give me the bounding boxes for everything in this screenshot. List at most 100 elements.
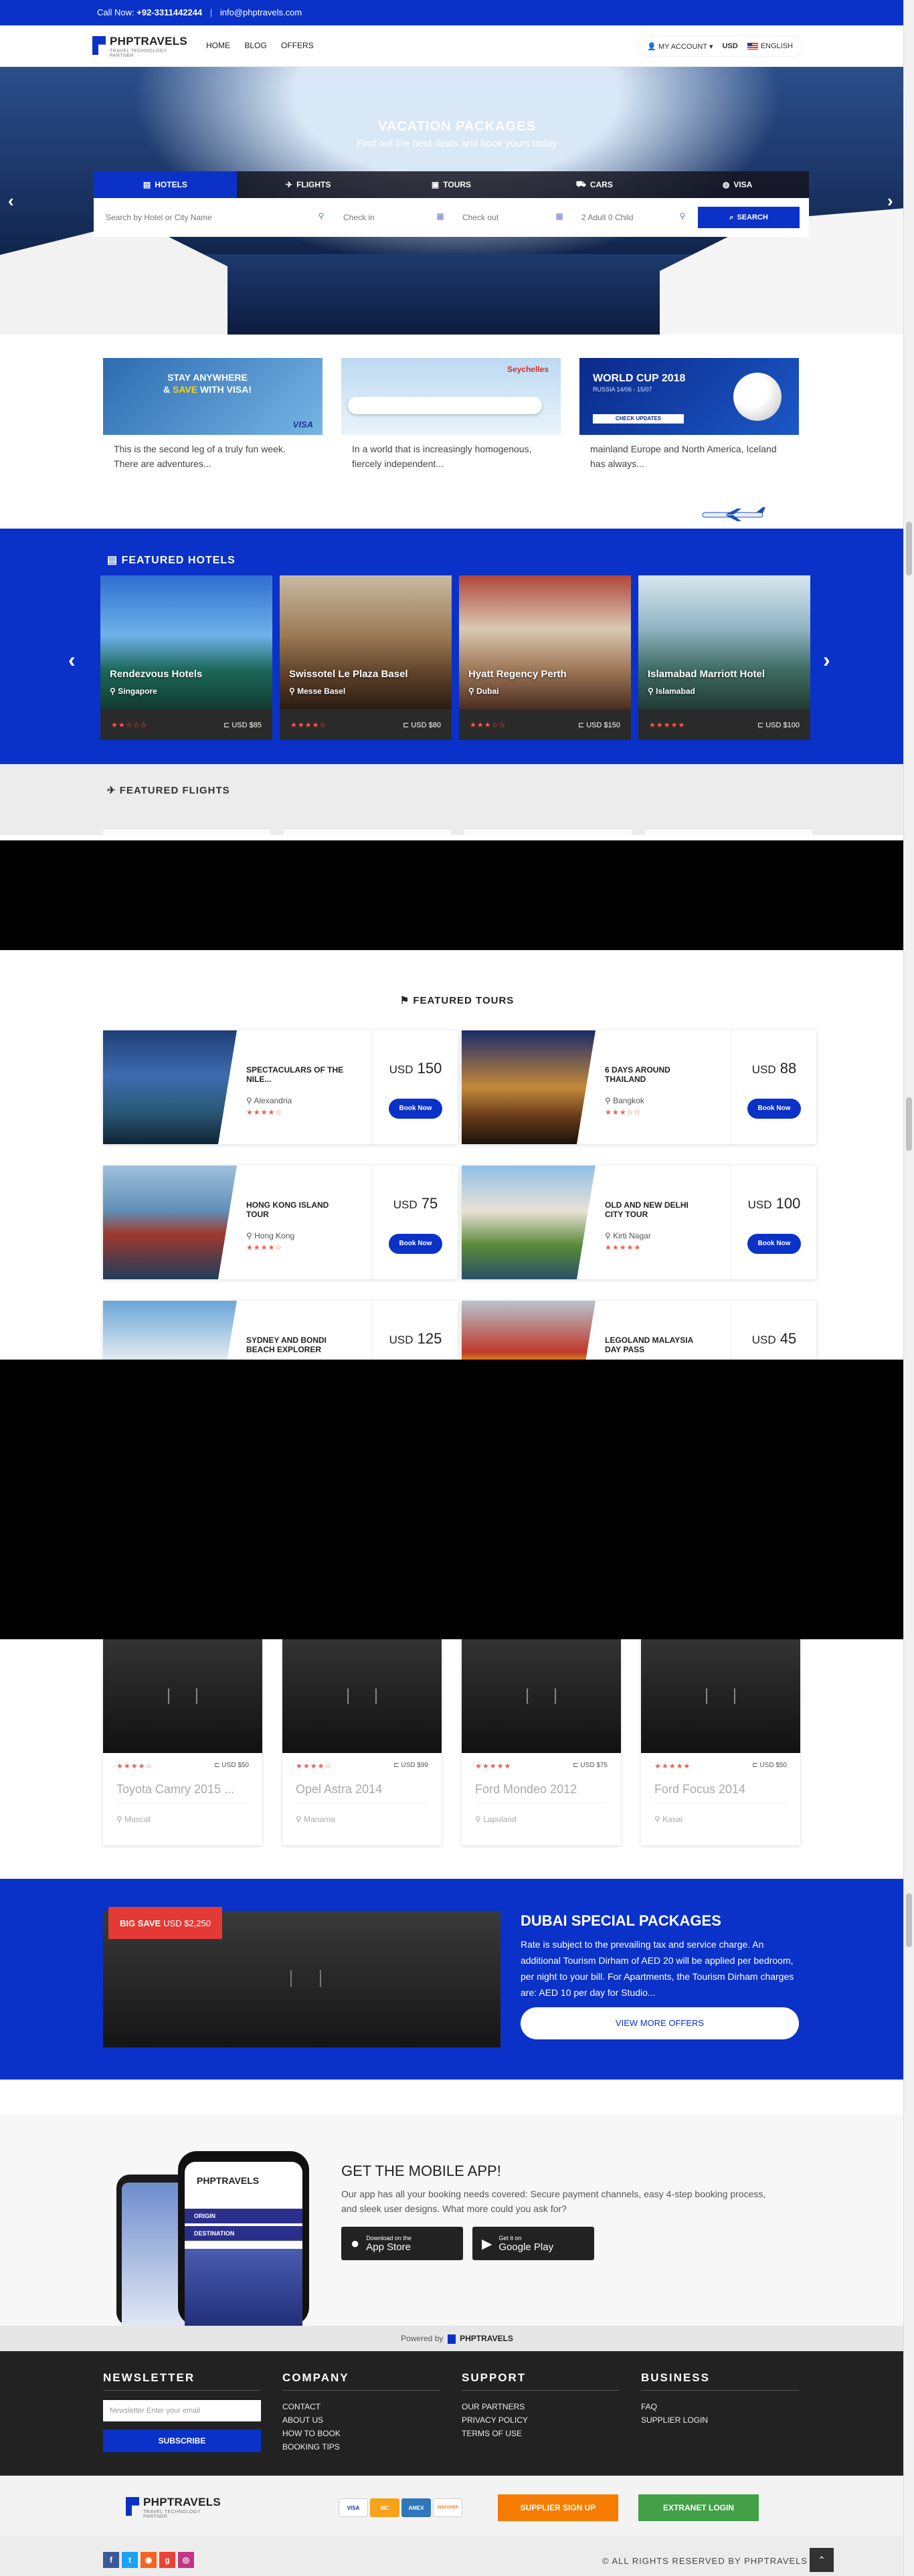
tab-hotels[interactable]: ▤ HOTELS: [94, 171, 237, 198]
location-pin-icon: ⚲: [116, 1815, 125, 1824]
tour-card[interactable]: HONG KONG ISLAND TOUR ⚲ Hong Kong ★★★★☆ …: [103, 1166, 458, 1279]
tab-cars[interactable]: ⛟ CARS: [523, 171, 666, 198]
menu-offers[interactable]: OFFERS: [281, 41, 314, 50]
airline-logo: Seychelles: [507, 365, 549, 374]
tour-price-box: USD 45: [731, 1301, 816, 1360]
facebook-icon[interactable]: f: [103, 2552, 119, 2568]
visa-logo: VISA: [292, 420, 313, 430]
car-card[interactable]: ★★★★★ ⊏ USD $50 Ford Focus 2014 ⚲ Kasai: [641, 1639, 800, 1845]
car-name: Toyota Camry 2015 ...: [116, 1782, 235, 1796]
hotel-card[interactable]: Swissotel Le Plaza Basel ⚲ Messe Basel ★…: [280, 575, 452, 740]
google-play-button[interactable]: ▶ Get it on Google Play: [472, 2227, 594, 2260]
book-now-button[interactable]: Book Now: [389, 1099, 442, 1119]
hero-prev-arrow-icon[interactable]: ‹: [8, 191, 14, 211]
location-pin-icon: ⚲: [648, 686, 656, 696]
tour-card[interactable]: SPECTACULARS OF THE NILE... ⚲ Alexandria…: [103, 1030, 458, 1144]
offer-card[interactable]: STAY ANYWHERE & SAVE WITH VISA! VISA This…: [103, 358, 323, 471]
tab-flights[interactable]: ✈ FLIGHTS: [237, 171, 380, 198]
hotel-card[interactable]: Rendezvous Hotels ⚲ Singapore ★★☆☆☆ ⊏ USD…: [100, 575, 272, 740]
book-now-button[interactable]: Book Now: [747, 1099, 801, 1119]
hotels-next-arrow-icon[interactable]: ›: [823, 648, 830, 672]
flight-card[interactable]: [103, 828, 270, 835]
image-placeholder-icon: [706, 1688, 735, 1704]
book-now-button[interactable]: Book Now: [389, 1234, 442, 1254]
car-card[interactable]: ★★★★☆ ⊏ USD $99 Opel Astra 2014 ⚲ Manama: [282, 1639, 442, 1845]
flight-card[interactable]: [645, 828, 812, 835]
email-link[interactable]: info@phptravels.com: [220, 7, 302, 17]
guests-input[interactable]: 2 Adult 0 Child ⚲: [569, 198, 693, 237]
account-dropdown[interactable]: 👤 MY ACCOUNT ▾: [647, 42, 713, 51]
page-scrollbar[interactable]: [903, 0, 914, 2576]
footer-link-about[interactable]: ABOUT US: [282, 2413, 443, 2427]
tour-name: SPECTACULARS OF THE NILE...: [246, 1065, 344, 1084]
car-image-placeholder: [282, 1639, 442, 1753]
scrollbar-thumb[interactable]: [906, 1097, 912, 1151]
extranet-login-button[interactable]: EXTRANET LOGIN: [638, 2494, 759, 2521]
tour-card[interactable]: SYDNEY AND BONDI BEACH EXPLORER USD 125: [103, 1301, 458, 1360]
tour-card[interactable]: LEGOLAND MALAYSIA DAY PASS USD 45: [462, 1301, 816, 1360]
scroll-to-top-icon[interactable]: ⌃: [810, 2548, 834, 2572]
footer-logo[interactable]: PHPTRAVELS TRAVEL TECHNOLOGY PARTNER: [126, 2496, 226, 2520]
person-walking-icon: ⚑: [399, 995, 414, 1006]
footer-link-supplier-login[interactable]: SUPPLIER LOGIN: [641, 2413, 802, 2427]
footer-link-faq[interactable]: FAQ: [641, 2400, 802, 2413]
footer-heading: SUPPORT: [462, 2371, 527, 2384]
location-pin-icon: ⚲: [110, 686, 118, 696]
menu-blog[interactable]: BLOG: [244, 41, 266, 50]
newsletter-email-input[interactable]: Newsletter Enter your email: [103, 2400, 261, 2421]
footer-link-booking-tips[interactable]: BOOKING TIPS: [282, 2440, 443, 2454]
supplier-signup-button[interactable]: SUPPLIER SIGN UP: [498, 2494, 618, 2521]
car-card[interactable]: ★★★★★ ⊏ USD $75 Ford Mondeo 2012 ⚲ Lapula…: [462, 1639, 621, 1845]
app-store-button[interactable]: ● Download on the App Store: [341, 2227, 463, 2260]
tab-tours[interactable]: ▣ TOURS: [380, 171, 523, 198]
footer-link-privacy[interactable]: PRIVACY POLICY: [462, 2413, 622, 2427]
checkout-input[interactable]: Check out ▦: [450, 198, 569, 237]
twitter-icon[interactable]: t: [122, 2552, 138, 2568]
scrollbar-thumb[interactable]: [906, 522, 912, 575]
footer-heading: COMPANY: [282, 2371, 349, 2384]
language-dropdown[interactable]: ENGLISH: [747, 42, 793, 50]
star-rating: ★★☆☆☆: [111, 721, 148, 729]
car-meta: ★★★★★ ⊏ USD $75: [475, 1762, 608, 1770]
footer-secondary: PHPTRAVELS TRAVEL TECHNOLOGY PARTNER VIS…: [0, 2476, 914, 2536]
google-plus-icon[interactable]: g: [159, 2552, 175, 2568]
flight-card[interactable]: [464, 828, 632, 835]
powered-brand[interactable]: PHPTRAVELS: [460, 2334, 513, 2343]
hotels-prev-arrow-icon[interactable]: ‹: [68, 648, 76, 672]
search-tabs: ▤ HOTELS ✈ FLIGHTS ▣ TOURS ⛟ CARS ◍ VISA: [94, 171, 809, 198]
car-card[interactable]: ★★★★☆ ⊏ USD $50 Toyota Camry 2015 ... ⚲ M…: [103, 1639, 262, 1845]
rss-icon[interactable]: ◉: [141, 2552, 157, 2568]
tour-card[interactable]: 6 DAYS AROUND THAILAND ⚲ Bangkok ★★★☆☆ U…: [462, 1030, 816, 1144]
offer-card[interactable]: Seychelles In a world that is increasing…: [341, 358, 561, 471]
footer-link-partners[interactable]: OUR PARTNERS: [462, 2400, 622, 2413]
view-more-offers-button[interactable]: VIEW MORE OFFERS: [521, 2007, 799, 2039]
checkin-input[interactable]: Check in ▦: [331, 198, 450, 237]
hotel-card[interactable]: Hyatt Regency Perth ⚲ Dubai ★★★☆☆ ⊏ USD $…: [459, 575, 631, 740]
instagram-icon[interactable]: ◎: [178, 2552, 194, 2568]
footer-link-how-to-book[interactable]: HOW TO BOOK: [282, 2427, 443, 2440]
footer-link-terms[interactable]: TERMS OF USE: [462, 2427, 622, 2440]
phone-origin-row: ORIGIN: [185, 2209, 302, 2223]
offer-card[interactable]: WORLD CUP 2018 RUSSIA 14/06 - 15/07 CHEC…: [579, 358, 799, 471]
footer-company: COMPANY CONTACT ABOUT US HOW TO BOOK BOO…: [282, 2371, 443, 2454]
destination-input[interactable]: Search by Hotel or City Name ⚲: [94, 198, 331, 237]
hero-background-sea: [201, 254, 709, 335]
car-location: ⚲ Manama: [296, 1815, 335, 1824]
site-logo[interactable]: PHPTRAVELS TRAVEL TECHNOLOGY PARTNER: [92, 35, 193, 59]
hotel-card[interactable]: Islamabad Marriott Hotel ⚲ Islamabad ★★★…: [638, 575, 810, 740]
tab-visa[interactable]: ◍ VISA: [666, 171, 809, 198]
flight-card[interactable]: [284, 828, 451, 835]
hero-next-arrow-icon[interactable]: ›: [887, 191, 893, 211]
search-button[interactable]: ⌕ SEARCH: [698, 207, 800, 228]
phone-link[interactable]: +92-3311442244: [136, 7, 202, 17]
tour-card[interactable]: OLD AND NEW DELHI CITY TOUR ⚲ Kirti Naga…: [462, 1166, 816, 1279]
car-price: ⊏ USD $99: [393, 1762, 428, 1770]
scrollbar-thumb[interactable]: [906, 1894, 912, 1947]
book-now-button[interactable]: Book Now: [747, 1234, 801, 1254]
dubai-image-placeholder[interactable]: BIG SAVE USD $2,250: [103, 1907, 500, 2047]
menu-home[interactable]: HOME: [206, 41, 230, 50]
currency-dropdown[interactable]: USD: [722, 42, 737, 50]
subscribe-button[interactable]: SUBSCRIBE: [103, 2429, 261, 2452]
suitcase-icon: ▣: [431, 180, 440, 189]
footer-link-contact[interactable]: CONTACT: [282, 2400, 443, 2413]
